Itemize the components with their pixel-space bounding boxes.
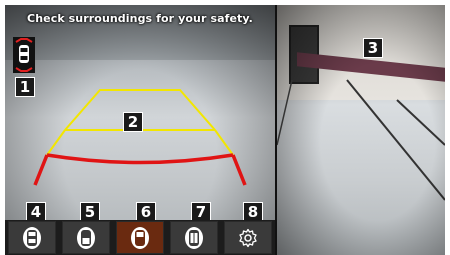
rear-camera-view: Check surroundings for your safety. 1 2 … — [5, 5, 275, 255]
front-view-button[interactable] — [116, 221, 164, 254]
callout-8: 8 — [243, 202, 263, 222]
side-view-icon — [185, 226, 203, 249]
settings-gear-icon — [239, 228, 257, 247]
callout-7: 7 — [191, 202, 211, 222]
rear-top-view-icon — [77, 226, 95, 249]
rear-view-button[interactable] — [8, 221, 56, 254]
callout-3: 3 — [363, 38, 383, 58]
camera-view-toolbar — [5, 220, 275, 255]
guide-line-red-near — [46, 153, 234, 165]
rear-top-view-button[interactable] — [62, 221, 110, 254]
side-camera-view: 3 — [277, 5, 445, 255]
callout-1: 1 — [15, 77, 35, 97]
callout-2: 2 — [123, 112, 143, 132]
guide-line-red-right — [231, 154, 247, 186]
callout-4: 4 — [26, 202, 46, 222]
settings-button[interactable] — [224, 221, 272, 254]
camera-screen: Check surroundings for your safety. 1 2 … — [5, 5, 445, 255]
side-view-button[interactable] — [170, 221, 218, 254]
rear-view-icon — [23, 226, 41, 249]
callout-5: 5 — [80, 202, 100, 222]
callout-6: 6 — [136, 202, 156, 222]
front-view-icon — [131, 226, 149, 249]
guide-line-yellow-right — [214, 129, 234, 156]
guide-line-red-left — [33, 154, 49, 186]
guide-line-yellow-left — [46, 129, 66, 156]
